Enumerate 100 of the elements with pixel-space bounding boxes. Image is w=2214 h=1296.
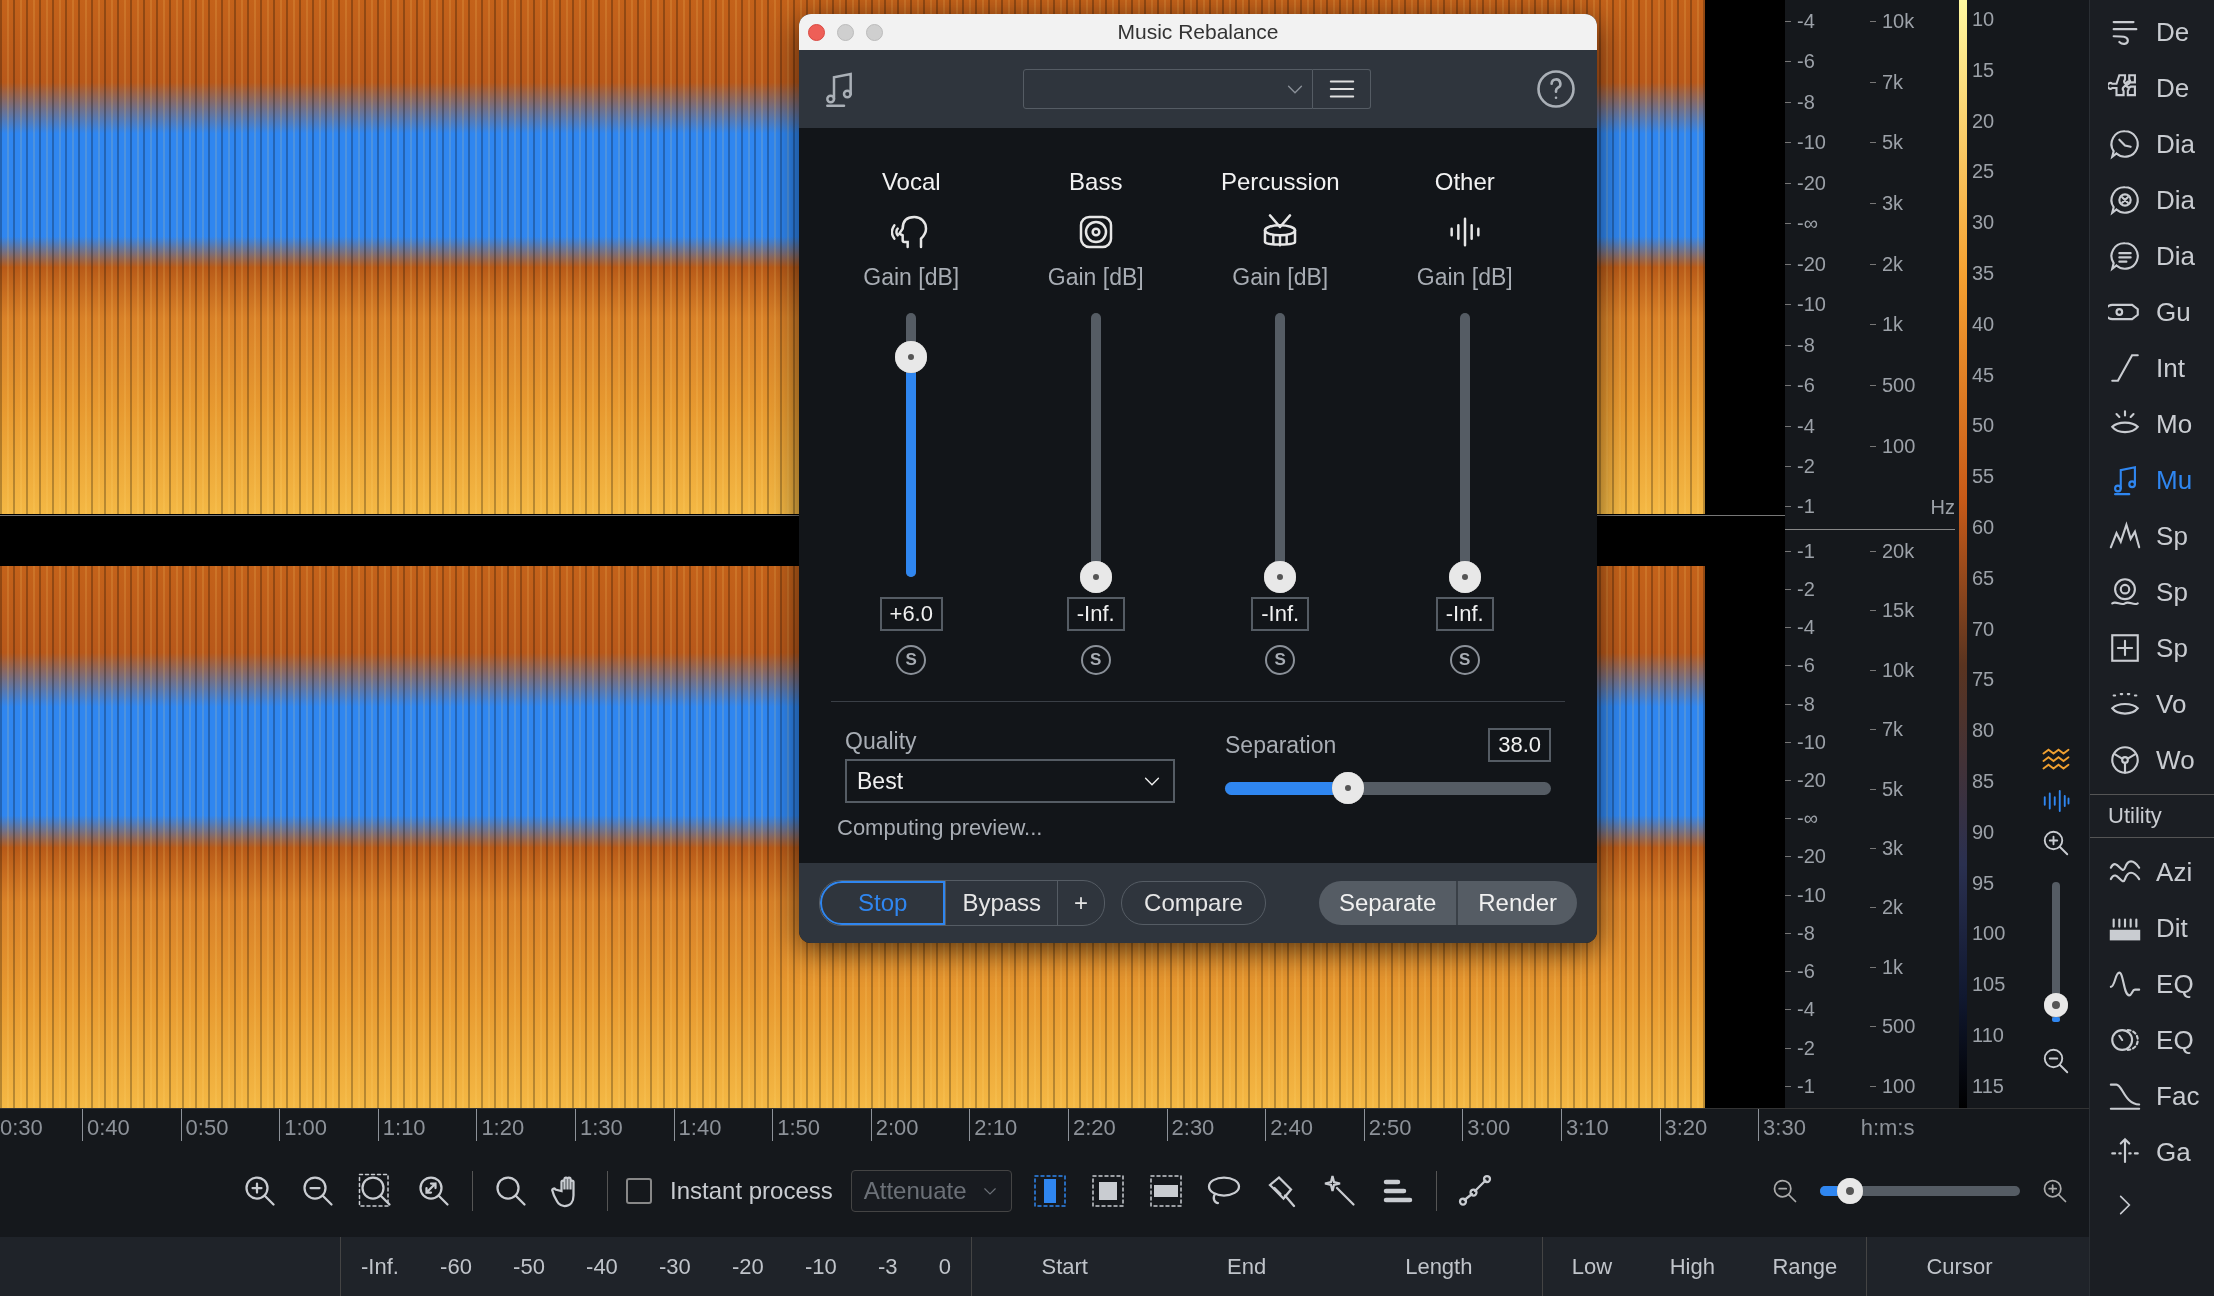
- zoom-in-icon: [242, 1173, 278, 1209]
- module-list-item[interactable]: Gu: [2090, 284, 2214, 340]
- module-list-item[interactable]: Dia: [2090, 228, 2214, 284]
- db-scale-label: -4: [1785, 616, 1870, 640]
- frequency-scale-label: 5k: [1870, 131, 1955, 155]
- db-scale-label: -10: [1785, 293, 1870, 317]
- color-scale-label: 15: [1972, 58, 1996, 82]
- db-scale-label: -20: [1785, 171, 1870, 195]
- time-label: 2:50: [1363, 1109, 1463, 1141]
- slider-fill: [2052, 1017, 2060, 1022]
- color-scale-label: 70: [1972, 617, 1996, 641]
- meter-scale-label: -20: [732, 1253, 764, 1280]
- module-list-item[interactable]: Vo: [2090, 676, 2214, 732]
- meter-scale-label: -50: [513, 1253, 545, 1280]
- solo-button[interactable]: S: [1265, 645, 1296, 675]
- gain-label: Gain [dB]: [1047, 264, 1144, 291]
- slider-thumb[interactable]: [1079, 561, 1112, 593]
- solo-button[interactable]: S: [896, 645, 927, 675]
- time-label: 1:20: [476, 1109, 575, 1141]
- module-list-item[interactable]: De: [2090, 4, 2214, 60]
- module-list-item[interactable]: Mo: [2090, 396, 2214, 452]
- db-scale-label: -4: [1785, 10, 1870, 33]
- slider-thumb[interactable]: [1331, 772, 1364, 804]
- db-scale-label: -6: [1785, 654, 1870, 678]
- meter-scale-label: -10: [805, 1253, 837, 1280]
- column-header: Start: [1041, 1253, 1088, 1280]
- module-list-item[interactable]: Sp: [2090, 508, 2214, 564]
- module-list-item[interactable]: Wo: [2090, 732, 2214, 788]
- db-scale-label: -4: [1785, 414, 1870, 438]
- help-button[interactable]: [1535, 68, 1577, 110]
- gain-value-field[interactable]: -Inf.: [1251, 597, 1310, 631]
- module-list-item[interactable]: Int: [2090, 340, 2214, 396]
- render-button[interactable]: Render: [1456, 881, 1577, 925]
- module-list-item[interactable]: Sp: [2090, 564, 2214, 620]
- close-button[interactable]: [808, 23, 825, 41]
- module-list-item[interactable]: Dia: [2090, 172, 2214, 228]
- slider-thumb[interactable]: [1448, 561, 1481, 593]
- db-scale-label: -6: [1785, 374, 1870, 398]
- bypass-button[interactable]: Bypass: [945, 881, 1058, 925]
- slider-thumb[interactable]: [1837, 1178, 1864, 1204]
- slider-thumb[interactable]: [895, 340, 928, 373]
- db-scale-label: -20: [1785, 252, 1870, 276]
- separate-button[interactable]: Separate: [1318, 881, 1457, 925]
- color-scale-label: 25: [1972, 160, 1996, 184]
- module-list-item[interactable]: EQ: [2090, 1012, 2214, 1068]
- time-label: 2:20: [1067, 1109, 1167, 1141]
- db-scale-label: -1: [1785, 495, 1870, 519]
- color-scale-label: 100: [1972, 922, 2007, 946]
- time-label: 1:40: [673, 1109, 773, 1141]
- color-scale-label: 40: [1972, 312, 1996, 336]
- module-list-item[interactable]: EQ: [2090, 956, 2214, 1012]
- node-line-icon: [1456, 1173, 1493, 1209]
- solo-button[interactable]: S: [1449, 645, 1480, 675]
- menu-button[interactable]: [1313, 69, 1371, 109]
- meter-scale-label: -30: [659, 1253, 691, 1280]
- module-list-item[interactable]: Dia: [2090, 116, 2214, 172]
- db-scale-label: -10: [1785, 883, 1870, 907]
- color-scale-label: 75: [1972, 668, 1996, 692]
- stem-label: Percussion: [1220, 168, 1340, 197]
- column-header: Range: [1772, 1253, 1838, 1280]
- time-label: 1:10: [377, 1109, 477, 1141]
- gain-value-field[interactable]: -Inf.: [1435, 597, 1494, 631]
- db-scale-label: -2: [1785, 577, 1870, 601]
- checkbox[interactable]: [626, 1178, 652, 1204]
- color-scale-label: 45: [1972, 363, 1996, 387]
- time-label: 3:30: [1758, 1109, 1857, 1141]
- module-list-item[interactable]: Mu: [2090, 452, 2214, 508]
- db-scale-label: -8: [1785, 333, 1870, 357]
- column-header: Low: [1571, 1253, 1613, 1280]
- db-scale-label: -1: [1785, 1074, 1870, 1098]
- zoom-fit-icon: [416, 1173, 452, 1209]
- separation-value-field[interactable]: 38.0: [1488, 728, 1551, 762]
- column-header: End: [1227, 1253, 1267, 1280]
- module-list-item[interactable]: Azi: [2090, 844, 2214, 900]
- module-list-item[interactable]: Dit: [2090, 900, 2214, 956]
- gain-value-field[interactable]: +6.0: [879, 597, 943, 631]
- color-scale-label: 80: [1972, 719, 1996, 743]
- solo-button[interactable]: S: [1080, 645, 1111, 675]
- slider-thumb[interactable]: [2044, 993, 2068, 1018]
- module-list-item[interactable]: Sp: [2090, 620, 2214, 676]
- meter-scale-label: 0: [938, 1253, 951, 1280]
- time-label: 3:00: [1462, 1109, 1561, 1141]
- time-label: 3:20: [1659, 1109, 1759, 1141]
- frequency-scale-label: 2k: [1870, 896, 1955, 920]
- add-button[interactable]: +: [1057, 881, 1105, 925]
- stem-label: Bass: [1069, 168, 1123, 197]
- quality-dropdown[interactable]: Best: [845, 759, 1175, 803]
- module-list-item[interactable]: De: [2090, 60, 2214, 116]
- module-list-item[interactable]: Fac: [2090, 1068, 2214, 1124]
- time-label: 3:10: [1560, 1109, 1660, 1141]
- module-list-item[interactable]: Ga: [2090, 1124, 2214, 1180]
- zoom-out-icon: [2041, 1046, 2071, 1076]
- color-scale-label: 85: [1972, 769, 1996, 793]
- help-icon: [1535, 68, 1577, 110]
- meter-scale-label: -3: [878, 1253, 898, 1280]
- db-scale-label: -8: [1785, 692, 1870, 716]
- time-label: 2:10: [969, 1109, 1068, 1141]
- frequency-scale-label: 100: [1870, 1074, 1955, 1098]
- slider-thumb[interactable]: [1264, 561, 1297, 593]
- gain-value-field[interactable]: -Inf.: [1066, 597, 1125, 631]
